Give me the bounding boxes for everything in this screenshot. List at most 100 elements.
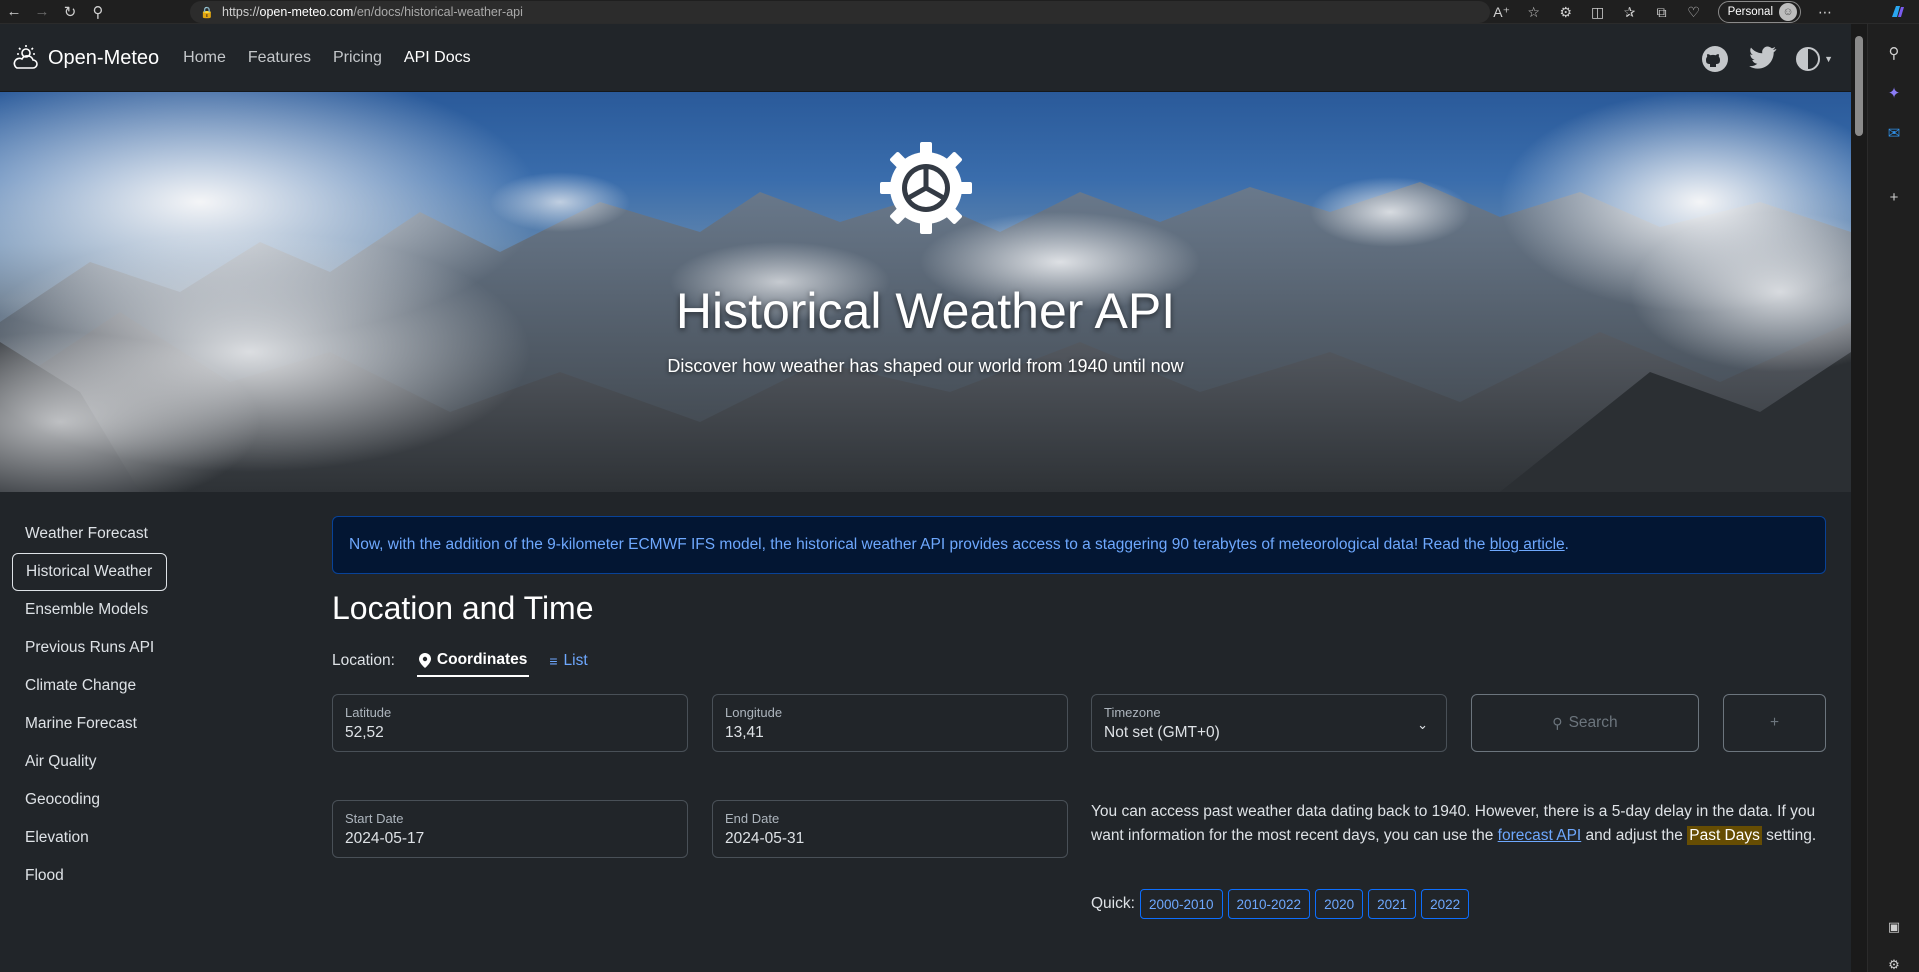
- latitude-field[interactable]: Latitude 52,52: [332, 694, 688, 752]
- blog-article-link[interactable]: blog article: [1490, 536, 1565, 553]
- sidebar-item-ensemble-models[interactable]: Ensemble Models: [12, 591, 182, 629]
- sidebar-settings-icon[interactable]: ⚙: [1881, 952, 1907, 972]
- half-circle-contrast-icon: [1796, 46, 1821, 71]
- brand-name: Open-Meteo: [48, 46, 160, 69]
- sidebar-item-previous-runs-api[interactable]: Previous Runs API: [12, 629, 182, 667]
- section-title-location-time: Location and Time: [332, 590, 594, 626]
- quick-button-2022[interactable]: 2022: [1421, 889, 1470, 919]
- back-icon[interactable]: ←: [0, 0, 28, 24]
- quick-label: Quick:: [1091, 895, 1135, 912]
- refresh-icon[interactable]: ↻: [56, 0, 84, 24]
- quick-button-2021[interactable]: 2021: [1368, 889, 1417, 919]
- forecast-api-link[interactable]: forecast API: [1498, 827, 1582, 844]
- start-date-field[interactable]: Start Date 2024-05-17: [332, 800, 688, 858]
- copilot-sidebar-icon[interactable]: ✦: [1881, 80, 1907, 106]
- date-info-text: You can access past weather data dating …: [1091, 800, 1821, 848]
- sidebar-item-elevation[interactable]: Elevation: [12, 819, 182, 857]
- nav-pricing[interactable]: Pricing: [333, 49, 382, 67]
- latitude-label: Latitude: [345, 705, 392, 720]
- sidebar-item-historical-weather[interactable]: Historical Weather: [12, 553, 167, 591]
- quick-range-group: Quick: 2000-2010 2010-2022 2020 2021 202…: [1091, 889, 1470, 919]
- lock-icon: 🔒: [200, 6, 214, 19]
- url-host: open-meteo.com: [259, 5, 354, 19]
- quick-button-2010-2022[interactable]: 2010-2022: [1227, 889, 1311, 919]
- add-location-button[interactable]: +: [1723, 694, 1826, 752]
- browser-essentials-icon[interactable]: ♡: [1680, 0, 1708, 24]
- end-date-value: 2024-05-31: [725, 830, 805, 847]
- favorite-star-icon[interactable]: ☆: [1520, 0, 1548, 24]
- edge-sidebar: ⚲ ✦ ✉ + ▣ ⚙: [1867, 24, 1919, 972]
- location-tabs: Location: Coordinates ≡ List: [332, 645, 590, 677]
- sidebar-item-weather-forecast[interactable]: Weather Forecast: [12, 515, 182, 553]
- profile-label: Personal: [1727, 6, 1773, 18]
- longitude-field[interactable]: Longitude 13,41: [712, 694, 1068, 752]
- extensions-icon[interactable]: ⚙: [1552, 0, 1580, 24]
- timezone-label: Timezone: [1104, 705, 1161, 720]
- avatar: ☺: [1779, 3, 1797, 21]
- location-label: Location:: [332, 652, 395, 669]
- hero-title: Historical Weather API: [675, 283, 1176, 339]
- sidebar-item-climate-change[interactable]: Climate Change: [12, 667, 182, 705]
- longitude-value: 13,41: [725, 724, 764, 741]
- read-aloud-icon[interactable]: A⁺: [1488, 0, 1516, 24]
- nav-features[interactable]: Features: [248, 49, 311, 67]
- alert-end: .: [1564, 536, 1569, 553]
- start-date-value: 2024-05-17: [345, 830, 425, 847]
- nav-home[interactable]: Home: [183, 49, 226, 67]
- chevron-down-icon: ▼: [1824, 53, 1833, 64]
- forward-icon[interactable]: →: [28, 0, 56, 24]
- sidebar-item-marine-forecast[interactable]: Marine Forecast: [12, 705, 182, 743]
- sidebar-item-flood[interactable]: Flood: [12, 857, 182, 895]
- hero-subtitle: Discover how weather has shaped our worl…: [667, 356, 1184, 376]
- profile-button[interactable]: Personal ☺: [1717, 1, 1801, 23]
- nav-api-docs[interactable]: API Docs: [404, 49, 471, 67]
- add-location-label: +: [1769, 714, 1780, 731]
- url-path: /en/docs/historical-weather-api: [353, 5, 523, 19]
- github-icon[interactable]: [1701, 45, 1729, 73]
- alert-text: Now, with the addition of the 9-kilomete…: [349, 536, 1490, 553]
- cloud-sun-logo-icon: [13, 45, 38, 69]
- browser-toolbar: ← → ↻ ⚲ 🔒 https://open-meteo.com/en/docs…: [0, 0, 1919, 24]
- hero-banner: Historical Weather API Discover how weat…: [0, 92, 1851, 492]
- copilot-icon[interactable]: [1885, 0, 1911, 24]
- add-sidebar-app-icon[interactable]: +: [1881, 184, 1907, 210]
- end-date-label: End Date: [725, 811, 780, 826]
- screenshot-tool-icon[interactable]: ▣: [1881, 914, 1907, 940]
- info-text-2: and adjust the: [1581, 827, 1688, 844]
- quick-button-2000-2010[interactable]: 2000-2010: [1139, 889, 1223, 919]
- theme-toggle-button[interactable]: ▼: [1795, 46, 1833, 72]
- search-button[interactable]: ⚲ Search: [1471, 694, 1699, 752]
- quick-button-2020[interactable]: 2020: [1315, 889, 1364, 919]
- info-alert: Now, with the addition of the 9-kilomete…: [332, 516, 1826, 574]
- twitter-icon[interactable]: [1747, 46, 1777, 72]
- latitude-value: 52,52: [345, 724, 384, 741]
- timezone-value: Not set (GMT+0): [1104, 724, 1220, 741]
- search-button-label: Search: [1568, 714, 1618, 731]
- timezone-select[interactable]: Timezone Not set (GMT+0) ⌄: [1091, 694, 1447, 752]
- longitude-label: Longitude: [725, 705, 783, 720]
- more-icon[interactable]: ⋯: [1811, 0, 1839, 24]
- address-bar[interactable]: 🔒 https://open-meteo.com/en/docs/histori…: [190, 1, 1490, 23]
- outlook-icon[interactable]: ✉: [1881, 120, 1907, 146]
- collections-icon[interactable]: ⧉: [1648, 0, 1676, 24]
- end-date-field[interactable]: End Date 2024-05-31: [712, 800, 1068, 858]
- brand-link[interactable]: Open-Meteo: [12, 44, 159, 72]
- search-icon[interactable]: ⚲: [84, 0, 112, 24]
- page-scrollbar[interactable]: [1851, 24, 1867, 972]
- sidebar-item-geocoding[interactable]: Geocoding: [12, 781, 182, 819]
- tab-coordinates[interactable]: Coordinates: [416, 645, 530, 677]
- scrollbar-thumb[interactable]: [1855, 36, 1863, 136]
- url-prefix: https://: [222, 5, 260, 19]
- info-text-3: setting.: [1761, 827, 1817, 844]
- tab-list[interactable]: ≡ List: [547, 645, 589, 677]
- start-date-label: Start Date: [345, 811, 404, 826]
- sidebar-search-icon[interactable]: ⚲: [1881, 40, 1907, 66]
- docs-sidebar: Weather Forecast Historical Weather Ense…: [12, 515, 182, 895]
- split-screen-icon[interactable]: ◫: [1584, 0, 1612, 24]
- sidebar-item-air-quality[interactable]: Air Quality: [12, 743, 182, 781]
- tab-coordinates-label: Coordinates: [436, 651, 528, 668]
- gear-logo-icon: [880, 142, 972, 234]
- site-navbar: Open-Meteo Home Features Pricing API Doc…: [0, 25, 1851, 92]
- favorites-icon[interactable]: ✰: [1616, 0, 1644, 24]
- search-icon: ⚲: [1552, 714, 1563, 731]
